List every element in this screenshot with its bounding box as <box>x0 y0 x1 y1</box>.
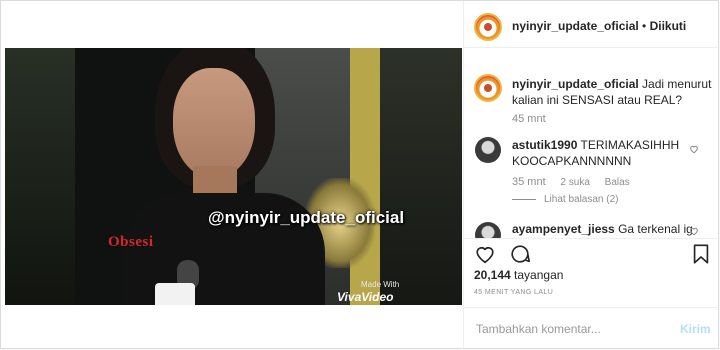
post-sidebar: nyinyir_update_oficial • Diikuti nyinyir… <box>463 1 720 350</box>
comments-section: nyinyir_update_oficial Jadi menurut kali… <box>464 48 720 238</box>
view-replies-button[interactable]: Lihat balasan (2) <box>512 194 619 205</box>
caption-avatar[interactable] <box>474 74 502 102</box>
comment-meta: 35 mnt 2 suka Balas <box>512 176 642 188</box>
caption-time: 45 mnt <box>512 113 546 125</box>
comment-like-heart-icon[interactable] <box>689 144 699 154</box>
reply-button[interactable]: Balas <box>605 177 630 188</box>
views-label: tayangan <box>514 268 564 282</box>
follow-status-button[interactable]: Diikuti <box>650 19 687 33</box>
post-card: @nyinyir_update_oficial Obsesi Made With… <box>0 0 720 350</box>
author-username[interactable]: nyinyir_update_oficial <box>512 19 639 33</box>
view-count[interactable]: 20,144 tayangan <box>474 268 563 282</box>
post-comment-button[interactable]: Kirim <box>680 322 711 336</box>
made-with-label: Made With <box>361 280 400 289</box>
commenter-avatar[interactable] <box>475 222 501 238</box>
commenter-username[interactable]: astutik1990 <box>512 138 577 152</box>
header-separator: • <box>642 19 647 33</box>
comment-time: 35 mnt <box>512 176 546 188</box>
commenter-username[interactable]: ayampenyet_jiess <box>512 222 615 236</box>
channel-logo: Obsesi <box>108 234 154 250</box>
caption-username[interactable]: nyinyir_update_oficial <box>512 77 639 91</box>
comment-composer: Kirim <box>464 307 720 350</box>
comment-likes[interactable]: 2 suka <box>560 177 589 188</box>
comment-icon[interactable] <box>509 243 531 265</box>
app-watermark: VivaVideo <box>337 290 394 304</box>
video-watermark: @nyinyir_update_oficial <box>208 208 405 227</box>
views-number: 20,144 <box>474 268 511 282</box>
bookmark-icon[interactable] <box>690 243 712 265</box>
heart-icon[interactable] <box>474 243 496 265</box>
commenter-avatar[interactable] <box>475 137 501 163</box>
comment-like-heart-icon[interactable] <box>689 226 699 238</box>
microphone <box>155 283 195 305</box>
video-player[interactable]: @nyinyir_update_oficial Obsesi Made With… <box>5 48 462 305</box>
video-background <box>5 48 75 305</box>
author-avatar[interactable] <box>474 13 502 41</box>
comment-text: Ga terkenal ig <box>618 222 692 236</box>
comment-input[interactable] <box>474 321 658 337</box>
post-header: nyinyir_update_oficial • Diikuti <box>464 1 720 48</box>
post-timestamp[interactable]: 45 MENIT YANG LALU <box>474 289 553 296</box>
